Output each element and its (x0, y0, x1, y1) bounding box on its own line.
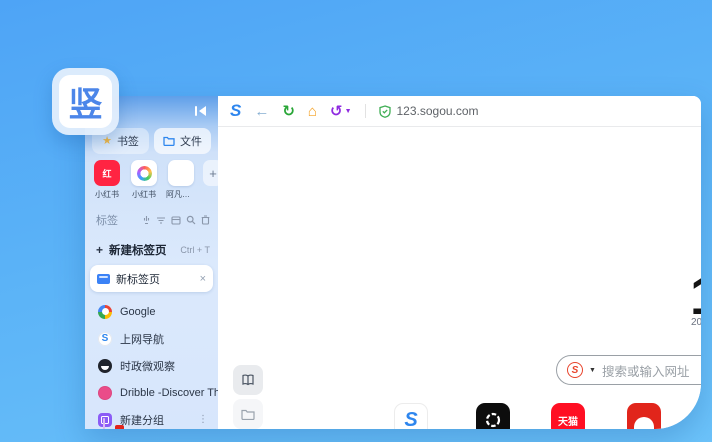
security-shield-icon (379, 105, 391, 118)
search-placeholder: 搜索或输入网址 (602, 361, 690, 380)
dock-tmall-icon[interactable]: 天猫 (551, 403, 585, 429)
active-tab-item[interactable]: 新标签页 × (90, 265, 213, 292)
xiaohongshu-red-icon: 红 (94, 160, 120, 186)
dock-chatgpt-icon[interactable] (476, 403, 510, 429)
reload-icon[interactable]: ↻ (282, 104, 295, 119)
history-icon: ↺ (330, 102, 343, 120)
caret-down-icon: ▼ (345, 108, 352, 115)
files-panel-button[interactable] (233, 399, 263, 429)
folder-icon (163, 136, 175, 146)
open-book-icon (241, 374, 255, 386)
sidebar-collapse-icon[interactable] (194, 105, 208, 117)
new-tab-button[interactable]: + 新建标签页 Ctrl + T (96, 242, 210, 258)
star-icon: ★ (102, 136, 112, 147)
tab-files-label: 文件 (180, 133, 202, 149)
vertical-badge-glyph: 竖 (59, 75, 112, 128)
pin-icon[interactable] (142, 215, 151, 225)
sogou-search-engine-icon[interactable]: S (567, 362, 583, 378)
folder-outline-icon (241, 409, 255, 420)
new-tab-page-icon (97, 274, 110, 284)
shortcut-xiaohongshu-1[interactable]: 红 小红书 (92, 160, 122, 200)
dock-jd-icon[interactable] (627, 403, 661, 429)
sort-icon[interactable] (156, 216, 166, 225)
dock-sogou-icon[interactable]: S (394, 403, 428, 429)
shortcut-label: 小红书 (132, 189, 156, 200)
tab-bookmarks-label: 书签 (117, 133, 139, 149)
dribbble-favicon (98, 386, 112, 400)
url-text: 123.sogou.com (397, 104, 479, 118)
search-bar[interactable]: S ▼ 搜索或输入网址 (556, 355, 701, 385)
tab-files[interactable]: 文件 (154, 128, 211, 154)
clock-date-partial: 20 (691, 317, 701, 328)
group-menu-icon[interactable]: ⋮ (198, 418, 208, 422)
shortcut-avatar-video[interactable]: 阿凡达... (166, 160, 196, 200)
google-favicon (98, 305, 112, 319)
list-item-google[interactable]: Google (85, 298, 218, 325)
shortcut-label: 阿凡达... (166, 189, 196, 200)
sidebar-tab-list: Google S 上网导航 时政微观察 Dribble -Discover Th… (85, 298, 218, 429)
close-tab-icon[interactable]: × (200, 273, 206, 285)
search-icon[interactable] (186, 215, 196, 225)
browser-window: ★ 书签 文件 红 小红书 小红书 阿凡达... + 标 (85, 96, 701, 429)
xiaohongshu-ring-icon (137, 166, 152, 181)
news-favicon (98, 359, 112, 373)
shortcut-xiaohongshu-2[interactable]: 小红书 (129, 160, 159, 200)
reading-list-button[interactable] (233, 365, 263, 395)
new-tab-shortcut-hint: Ctrl + T (180, 245, 210, 255)
vertical-badge: 竖 (52, 68, 119, 135)
clock-time-partial: 1 (690, 269, 701, 323)
group-favicon (98, 413, 112, 427)
list-item-dribbble[interactable]: Dribble -Discover The (85, 379, 218, 406)
group-indent-guide (103, 418, 105, 429)
card-view-icon[interactable] (171, 216, 181, 225)
sogou-favicon: S (98, 332, 112, 346)
history-dropdown[interactable]: ↺ ▼ (330, 102, 352, 120)
new-tab-page: 1 20 S ▼ 搜索或输入网址 S 天猫 (218, 127, 701, 429)
shortcut-label: 小红书 (95, 189, 119, 200)
engine-caret-icon[interactable]: ▼ (589, 367, 596, 374)
group-child-favicon (115, 425, 124, 429)
address-bar[interactable]: 123.sogou.com (379, 104, 479, 118)
sidebar-shortcuts: 红 小红书 小红书 阿凡达... + (92, 160, 223, 200)
sidebar: ★ 书签 文件 红 小红书 小红书 阿凡达... + 标 (85, 96, 218, 429)
active-tab-label: 新标签页 (116, 271, 194, 287)
list-item-navigation[interactable]: S 上网导航 (85, 325, 218, 352)
tags-section-header: 标签 (96, 212, 210, 228)
plus-icon: + (96, 243, 103, 257)
browser-toolbar: S ← ↻ ⌂ ↺ ▼ 123.sogou.com (218, 96, 701, 127)
trash-icon[interactable] (201, 215, 210, 225)
list-item-news[interactable]: 时政微观察 (85, 352, 218, 379)
new-tab-label: 新建标签页 (109, 242, 167, 258)
main-column: S ← ↻ ⌂ ↺ ▼ 123.sogou.com 1 20 (218, 96, 701, 429)
back-icon[interactable]: ← (254, 104, 269, 119)
toolbar-divider (365, 104, 366, 118)
home-icon[interactable]: ⌂ (308, 104, 317, 119)
video-play-icon (174, 166, 188, 180)
tags-section-title: 标签 (96, 212, 118, 228)
sogou-logo-icon[interactable]: S (230, 101, 241, 121)
